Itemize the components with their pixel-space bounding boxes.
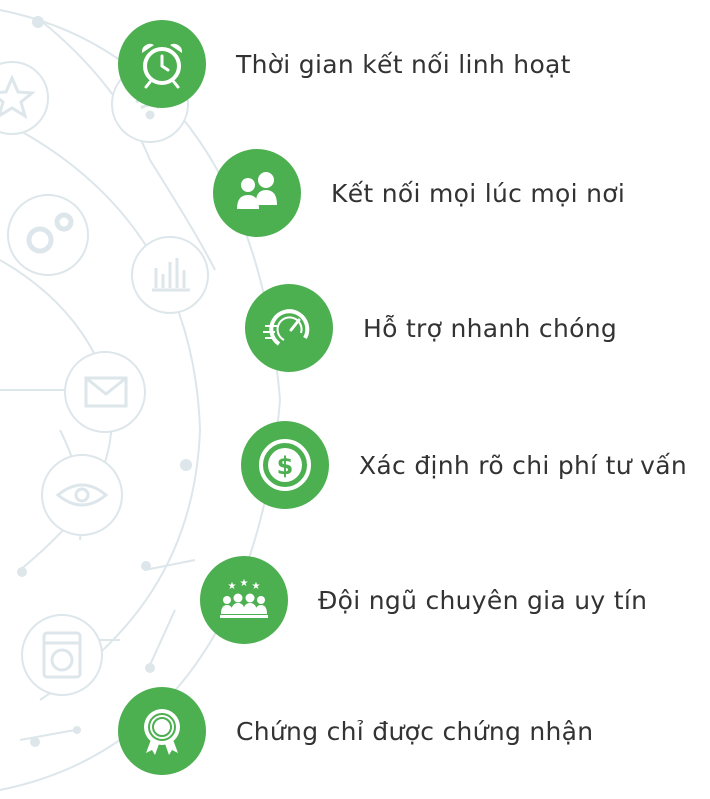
feature-icon-circle <box>118 20 206 108</box>
svg-text:★: ★ <box>252 581 261 592</box>
feature-item: Chứng chỉ được chứng nhận <box>118 687 593 775</box>
feature-label: Chứng chỉ được chứng nhận <box>236 716 594 746</box>
feature-label: Xác định rõ chi phí tư vấn <box>359 450 688 480</box>
feature-item: Kết nối mọi lúc mọi nơi <box>213 149 625 237</box>
feature-item: Hỗ trợ nhanh chóng <box>245 284 617 372</box>
expert-team-icon: ★ ★ ★ <box>220 578 268 618</box>
feature-label: Đội ngũ chuyên gia uy tín <box>318 585 648 615</box>
feature-icon-circle <box>213 149 301 237</box>
feature-item: ★ ★ ★ Đội ngũ chuyên gia uy tín <box>200 556 647 644</box>
certificate-badge-icon <box>144 709 180 755</box>
feature-item: $ Xác định rõ chi phí tư vấn <box>241 421 687 509</box>
feature-icon-circle: ★ ★ ★ <box>200 556 288 644</box>
svg-text:$: $ <box>277 452 294 480</box>
users-icon <box>237 172 277 209</box>
speedometer-icon <box>263 309 310 346</box>
svg-text:★: ★ <box>228 581 237 592</box>
dollar-coin-icon: $ <box>259 439 311 491</box>
feature-icon-circle: $ <box>241 421 329 509</box>
svg-text:★: ★ <box>240 578 249 589</box>
background-network <box>0 9 282 791</box>
feature-label: Thời gian kết nối linh hoạt <box>236 49 571 79</box>
feature-item: Thời gian kết nối linh hoạt <box>118 20 571 108</box>
feature-label: Hỗ trợ nhanh chóng <box>363 313 618 343</box>
alarm-clock-icon <box>141 43 183 89</box>
feature-label: Kết nối mọi lúc mọi nơi <box>331 178 626 208</box>
feature-icon-circle <box>245 284 333 372</box>
feature-icon-circle <box>118 687 206 775</box>
